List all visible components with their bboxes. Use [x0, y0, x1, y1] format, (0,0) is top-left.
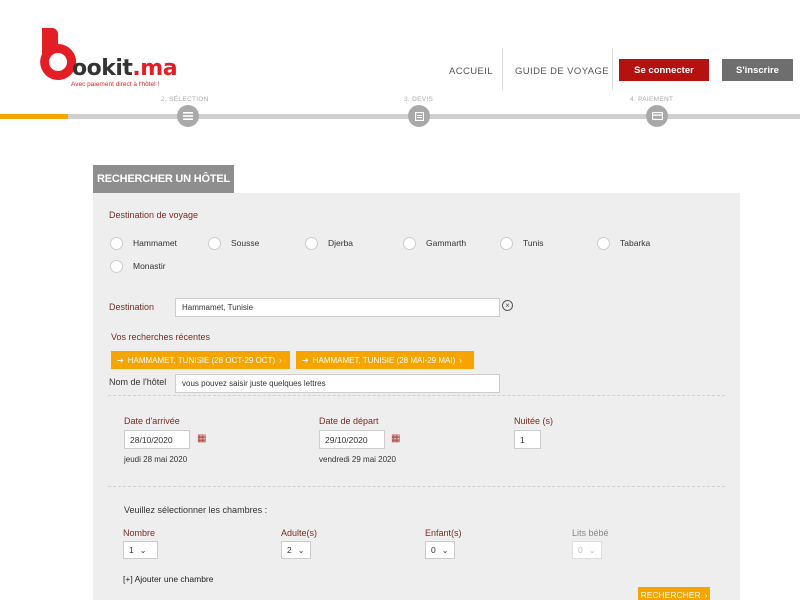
- logo-wordmark: ookit.ma: [72, 56, 178, 81]
- radio-tabarka[interactable]: [597, 237, 610, 250]
- adults-value: 2: [287, 545, 292, 555]
- room-count-label: Nombre: [123, 528, 156, 538]
- search-panel-tab[interactable]: RECHERCHER UN HÔTEL: [93, 165, 234, 193]
- rooms-label: Veuillez sélectionner les chambres :: [124, 505, 268, 515]
- step-label-payment: 4. PAIEMENT: [630, 96, 674, 103]
- radio-djerba[interactable]: [305, 237, 318, 250]
- list-icon: [177, 105, 199, 127]
- children-select[interactable]: 0 ⌄: [425, 541, 455, 559]
- radio-label-djerba: Djerba: [328, 238, 354, 248]
- recent-searches-label: Vos recherches récentes: [111, 332, 211, 342]
- adults-select[interactable]: 2 ⌄: [281, 541, 311, 559]
- departure-date-label: Date de départ: [319, 416, 379, 426]
- chevron-down-icon: ⌄: [441, 545, 449, 555]
- step-label-selection: 2. SÉLECTION: [161, 96, 209, 103]
- radio-label-gammarth: Gammarth: [426, 238, 467, 248]
- arrow-right-icon: ➔: [117, 355, 124, 365]
- search-submit-button[interactable]: RECHERCHER ›: [638, 587, 710, 600]
- nav-guide-link[interactable]: GUIDE DE VOYAGE: [515, 66, 609, 77]
- departure-date-input[interactable]: 29/10/2020: [319, 430, 385, 449]
- cribs-label: Lits bébé: [572, 528, 609, 538]
- adults-label: Adulte(s): [281, 528, 318, 538]
- radio-monastir[interactable]: [110, 260, 123, 273]
- room-count-value: 1: [129, 545, 134, 555]
- radio-hammamet[interactable]: [110, 237, 123, 250]
- login-button[interactable]: Se connecter: [619, 59, 709, 81]
- nights-input[interactable]: 1: [514, 430, 541, 449]
- chevron-down-icon: ⌄: [297, 545, 305, 555]
- radio-tunis[interactable]: [500, 237, 513, 250]
- recent-search-text: HAMMAMET, TUNISIE (28 MAI-29 MAI): [312, 355, 456, 365]
- hotel-name-label: Nom de l'hôtel: [109, 377, 167, 387]
- arrival-date-input[interactable]: 28/10/2020: [124, 430, 190, 449]
- progress-track: [0, 114, 800, 119]
- cribs-select[interactable]: 0 ⌄: [572, 541, 602, 559]
- radio-label-sousse: Sousse: [231, 238, 260, 248]
- destination-label: Destination: [109, 302, 155, 312]
- nights-label: Nuitée (s): [514, 416, 554, 426]
- chevron-down-icon: ⌄: [139, 545, 147, 555]
- site-logo[interactable]: ookit.ma Avec paiement direct à l'hôtel …: [38, 26, 188, 91]
- chevron-right-icon: ›: [704, 590, 708, 600]
- clear-icon[interactable]: ×: [502, 300, 513, 311]
- chevron-right-icon: ›: [459, 355, 462, 365]
- children-value: 0: [431, 545, 436, 555]
- step-label-quote: 3. DEVIS: [404, 96, 434, 103]
- radio-label-hammamet: Hammamet: [133, 238, 177, 248]
- section-divider: [108, 395, 725, 396]
- hotel-name-input[interactable]: vous pouvez saisir juste quelques lettre…: [175, 374, 500, 393]
- logo-b-mark: [40, 28, 76, 80]
- card-icon: [646, 105, 668, 127]
- children-label: Enfant(s): [425, 528, 462, 538]
- chevron-down-icon: ⌄: [588, 545, 596, 555]
- arrow-right-icon: ➔: [302, 355, 309, 365]
- destination-input[interactable]: Hammamet, Tunisie: [175, 298, 500, 317]
- radio-gammarth[interactable]: [403, 237, 416, 250]
- nav-home-link[interactable]: ACCUEIL: [449, 66, 493, 77]
- radio-label-tabarka: Tabarka: [620, 238, 651, 248]
- search-submit-label: RECHERCHER: [640, 590, 701, 600]
- calendar-icon[interactable]: ▦: [197, 433, 206, 444]
- room-count-select[interactable]: 1 ⌄: [123, 541, 158, 559]
- progress-fill: [0, 114, 68, 119]
- recent-search-button[interactable]: ➔ HAMMAMET, TUNISIE (28 MAI-29 MAI) ›: [296, 351, 474, 369]
- nav-divider: [612, 48, 613, 90]
- nav-divider: [502, 48, 503, 90]
- departure-day-text: vendredi 29 mai 2020: [319, 455, 396, 464]
- add-room-link[interactable]: [+] Ajouter une chambre: [123, 574, 214, 584]
- destination-group-label: Destination de voyage: [109, 210, 199, 220]
- document-icon: [408, 105, 430, 127]
- arrival-day-text: jeudi 28 mai 2020: [124, 455, 188, 464]
- recent-search-text: HAMMAMET, TUNISIE (28 OCT-29 OCT): [127, 355, 276, 365]
- logo-tagline: Avec paiement direct à l'hôtel !: [71, 81, 160, 88]
- section-divider: [108, 486, 725, 487]
- recent-search-button[interactable]: ➔ HAMMAMET, TUNISIE (28 OCT-29 OCT) ›: [111, 351, 290, 369]
- radio-label-monastir: Monastir: [133, 261, 166, 271]
- chevron-right-icon: ›: [279, 355, 282, 365]
- arrival-date-label: Date d'arrivée: [124, 416, 180, 426]
- radio-label-tunis: Tunis: [523, 238, 544, 248]
- signup-button[interactable]: S'inscrire: [722, 59, 793, 81]
- calendar-icon[interactable]: ▦: [391, 433, 400, 444]
- radio-sousse[interactable]: [208, 237, 221, 250]
- cribs-value: 0: [578, 545, 583, 555]
- search-panel: [93, 193, 740, 600]
